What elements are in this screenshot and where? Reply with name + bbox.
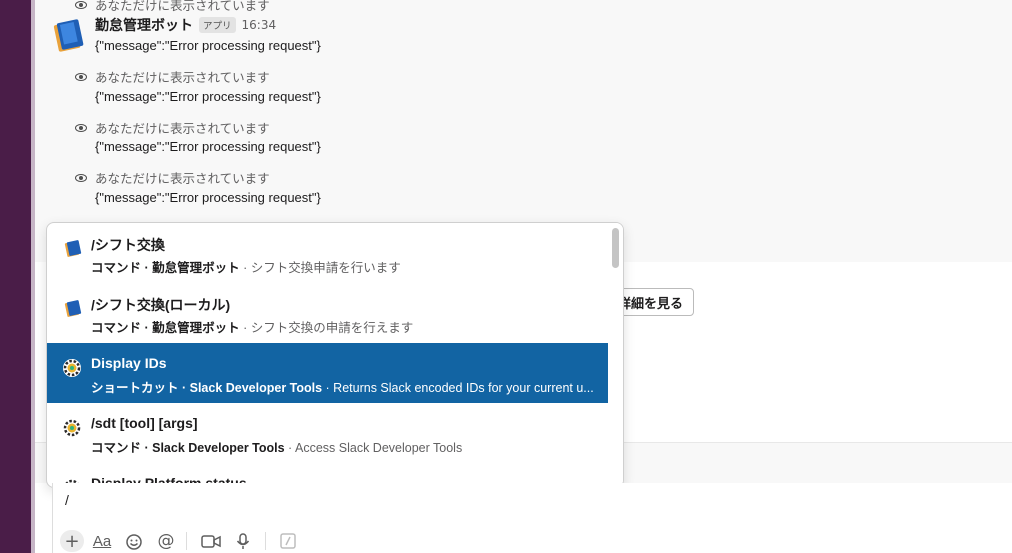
- command-title: /シフト交換(ローカル): [91, 297, 231, 313]
- autocomplete-item[interactable]: /シフト交換(ローカル) コマンド · 勤怠管理ボット · シフト交換の申請を行…: [47, 283, 608, 343]
- command-title: Display IDs: [91, 355, 167, 371]
- ephemeral-notice: あなただけに表示されています: [75, 67, 270, 86]
- autocomplete-item[interactable]: /シフト交換 コマンド · 勤怠管理ボット · シフト交換申請を行います: [47, 223, 608, 283]
- eye-icon: [75, 0, 87, 9]
- command-subtitle: コマンド · Slack Developer Tools · Access Sl…: [91, 441, 463, 455]
- toolbar-divider: [186, 532, 187, 550]
- scrollbar-thumb[interactable]: [612, 228, 619, 268]
- mention-icon[interactable]: @: [156, 530, 176, 552]
- bot-avatar[interactable]: [52, 17, 88, 53]
- autocomplete-item[interactable]: /sdt [tool] [args] コマンド · Slack Develope…: [47, 403, 608, 463]
- eye-icon: [75, 123, 87, 132]
- emoji-icon[interactable]: [124, 530, 144, 552]
- bot-name[interactable]: 勤怠管理ボット: [95, 15, 193, 35]
- message-composer[interactable]: [52, 483, 1012, 553]
- eye-icon: [75, 173, 87, 182]
- command-title: /sdt [tool] [args]: [91, 415, 198, 431]
- ephemeral-notice: あなただけに表示されています: [75, 118, 270, 137]
- slash-icon[interactable]: [279, 530, 297, 552]
- command-subtitle: コマンド · 勤怠管理ボット · シフト交換申請を行います: [91, 261, 401, 275]
- bot-message-text: {"message":"Error processing request"}: [95, 38, 321, 53]
- message-text: {"message":"Error processing request"}: [95, 190, 321, 205]
- format-icon[interactable]: Aa: [92, 530, 112, 552]
- video-icon[interactable]: [200, 530, 222, 552]
- composer-input[interactable]: /: [65, 492, 69, 508]
- autocomplete-item-selected[interactable]: Display IDs ショートカット · Slack Developer To…: [47, 343, 608, 403]
- ephemeral-notice: あなただけに表示されています: [75, 0, 270, 14]
- command-title: /シフト交換: [91, 237, 165, 253]
- mic-icon[interactable]: [234, 530, 252, 552]
- gear-icon: [63, 419, 81, 437]
- bot-header: 勤怠管理ボット アプリ 16:34: [95, 15, 276, 35]
- workspace-sidebar: [0, 0, 31, 553]
- app-badge: アプリ: [199, 17, 236, 33]
- message-text: {"message":"Error processing request"}: [95, 139, 321, 154]
- gear-icon: [63, 359, 81, 377]
- message-text: {"message":"Error processing request"}: [95, 89, 321, 104]
- ephemeral-notice: あなただけに表示されています: [75, 168, 270, 187]
- plus-icon[interactable]: +: [60, 530, 84, 552]
- message-timestamp[interactable]: 16:34: [242, 18, 277, 32]
- command-subtitle: ショートカット · Slack Developer Tools · Return…: [91, 381, 594, 395]
- book-icon: [64, 240, 82, 257]
- slash-command-autocomplete: /シフト交換 コマンド · 勤怠管理ボット · シフト交換申請を行います /シフ…: [46, 222, 624, 488]
- book-icon: [64, 300, 82, 317]
- eye-icon: [75, 72, 87, 81]
- toolbar-divider: [265, 532, 266, 550]
- command-subtitle: コマンド · 勤怠管理ボット · シフト交換の申請を行えます: [91, 321, 414, 335]
